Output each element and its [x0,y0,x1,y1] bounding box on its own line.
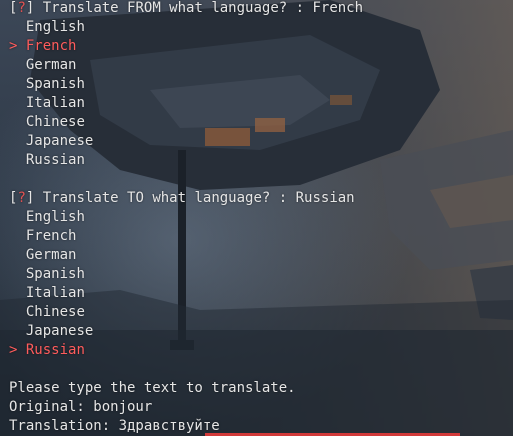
language-option-label: Japanese [25,133,94,149]
language-option-japanese[interactable]: Japanese [9,132,93,151]
language-option-chinese[interactable]: Chinese [9,113,85,132]
language-option-label: Spanish [25,76,85,92]
language-option-label: Japanese [25,323,94,339]
language-option-label: Russian [25,342,85,358]
original-text-line: Original: bonjour [9,399,153,415]
language-option-french[interactable]: > French [9,37,76,56]
language-option-label: Spanish [25,266,85,282]
to-language-prompt: [?] Translate TO what language? : Russia… [9,189,355,208]
instruction-text: Please type the text to translate. [9,380,296,396]
language-option-spanish[interactable]: Spanish [9,265,85,284]
language-option-label: French [25,38,77,54]
question-mark-icon: ? [17,0,26,16]
question-mark-icon: ? [17,190,26,206]
translation-text-line: Translation: Здравствуйте [9,418,220,434]
language-option-label: English [25,19,85,35]
language-option-german[interactable]: German [9,56,77,75]
from-question-text: Translate FROM what language? : French [34,0,364,16]
language-option-label: German [25,57,77,73]
language-option-english[interactable]: English [9,208,85,227]
language-option-label: Italian [25,95,85,111]
language-option-russian[interactable]: > Russian [9,341,85,360]
language-option-japanese[interactable]: Japanese [9,322,93,341]
language-option-label: Italian [25,285,85,301]
language-option-chinese[interactable]: Chinese [9,303,85,322]
language-option-label: French [25,228,77,244]
language-option-label: Chinese [25,114,85,130]
language-option-label: German [25,247,77,263]
language-option-italian[interactable]: Italian [9,94,85,113]
to-question-text: Translate TO what language? : Russian [34,190,355,206]
language-option-label: Chinese [25,304,85,320]
language-option-label: Russian [25,152,85,168]
language-option-french[interactable]: French [9,227,77,246]
from-language-prompt: [?] Translate FROM what language? : Fren… [9,0,363,18]
language-option-spanish[interactable]: Spanish [9,75,85,94]
language-option-label: English [25,209,85,225]
language-option-english[interactable]: English [9,18,85,37]
terminal-window[interactable]: [?] Translate FROM what language? : Fren… [0,0,513,436]
language-option-german[interactable]: German [9,246,77,265]
language-option-italian[interactable]: Italian [9,284,85,303]
language-option-russian[interactable]: Russian [9,151,85,170]
